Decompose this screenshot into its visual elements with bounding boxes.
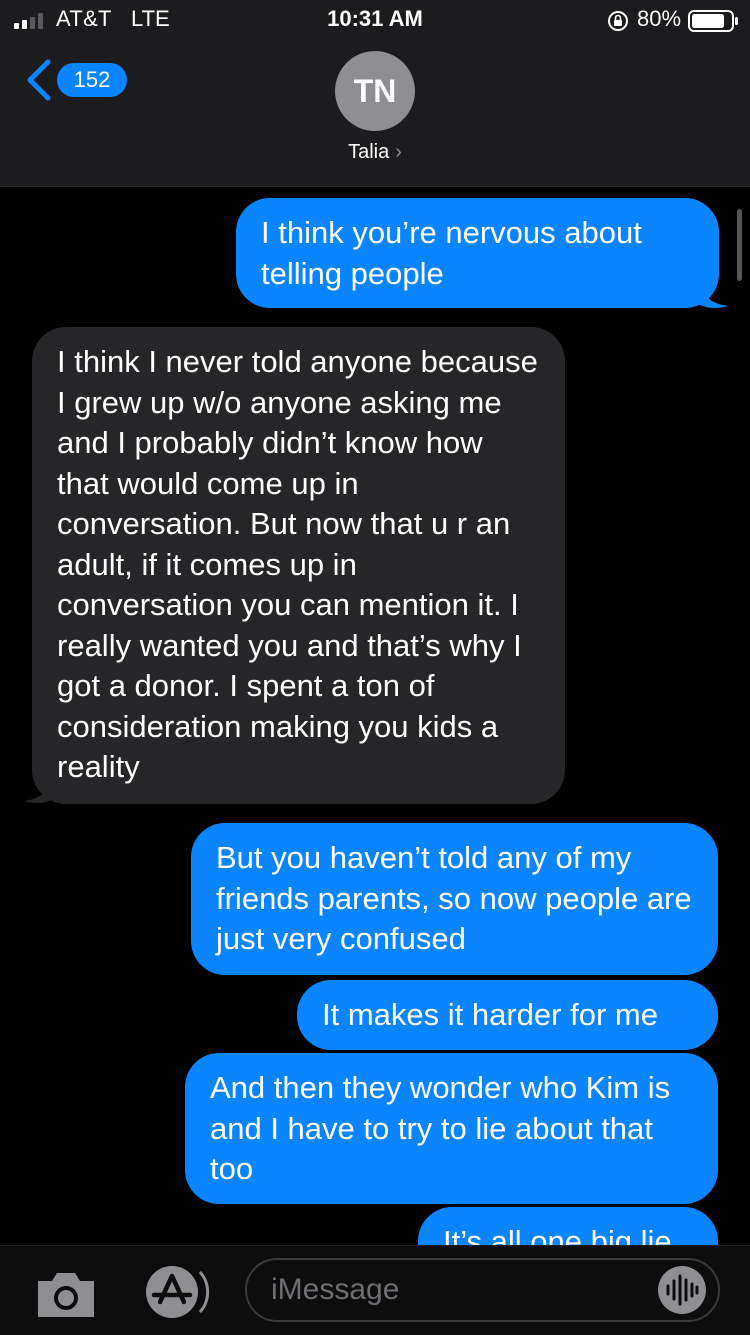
message-bubble-sent[interactable]: It’s all one big lie <box>418 1207 718 1245</box>
back-chevron-icon[interactable] <box>22 58 54 102</box>
audio-waveform-icon[interactable] <box>654 1264 710 1316</box>
message-bubble-sent[interactable]: But you haven’t told any of my friends p… <box>191 823 718 975</box>
contact-name: Talia <box>348 141 390 163</box>
message-bubble-received[interactable]: I think I never told anyone because I gr… <box>32 327 565 804</box>
scroll-indicator[interactable] <box>737 209 742 281</box>
camera-icon[interactable] <box>34 1269 98 1319</box>
contact-avatar[interactable]: TN <box>335 51 415 131</box>
bubble-tail-sent <box>698 282 728 309</box>
message-bubble-sent[interactable]: It makes it harder for me <box>297 980 718 1050</box>
unread-count-badge[interactable]: 152 <box>57 63 127 97</box>
battery-icon <box>688 10 738 32</box>
message-bubble-sent[interactable]: And then they wonder who Kim is and I ha… <box>185 1053 718 1204</box>
battery-percentage: 80% <box>637 6 682 31</box>
imessage-input[interactable] <box>245 1258 720 1322</box>
status-bar: AT&T LTE 10:31 AM 80% <box>0 0 750 40</box>
contact-name-button[interactable]: Talia › <box>0 141 750 164</box>
bubble-tail-received <box>24 777 54 804</box>
lock-rotation-icon <box>608 11 628 31</box>
message-thread[interactable]: I think you’re nervous about telling peo… <box>0 187 750 1245</box>
message-bubble-sent[interactable]: I think you’re nervous about telling peo… <box>236 198 719 308</box>
contact-chevron-icon: › <box>395 141 402 163</box>
app-store-icon[interactable] <box>140 1264 212 1320</box>
input-bar <box>0 1245 750 1335</box>
